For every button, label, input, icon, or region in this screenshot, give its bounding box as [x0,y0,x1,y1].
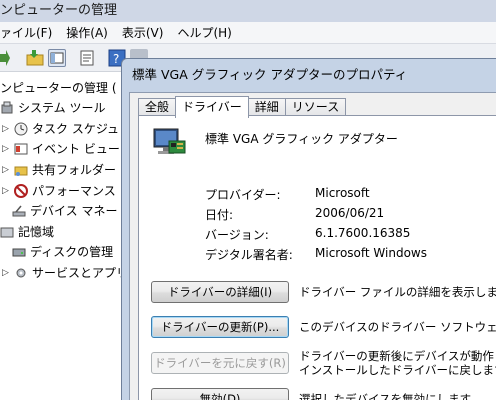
tree-item-system-tools[interactable]: システム ツール [0,98,105,118]
system-tools-icon [0,101,14,115]
background-window-title: ンピューターの管理 [0,3,118,18]
svg-text:?: ? [113,52,119,66]
update-driver-button[interactable]: ドライバーの更新(P)... [151,316,289,338]
show-hide-tree-icon[interactable] [48,49,66,67]
tab-driver[interactable]: ドライバー [175,96,249,118]
tree-item-label: サービスとアプリケ [32,266,130,280]
digital-signer-value: Microsoft Windows [315,246,427,260]
roll-back-driver-description-line2: インストールしたドライバーに戻します。 [299,363,496,377]
properties-icon[interactable] [78,49,96,67]
tree-item-device-manager[interactable]: デバイス マネー [12,201,117,221]
expand-arrow-icon[interactable]: ▷ [2,263,12,283]
tree-item-label: システム ツール [18,101,106,115]
disable-device-description: 選択したデバイスを無効にします。 [299,392,482,400]
menu-view[interactable]: 表示(V) [122,22,164,43]
disable-device-button[interactable]: 無効(D) [151,388,289,400]
tree-item-label: 記憶域 [18,225,55,239]
clock-icon [14,122,28,136]
tab-strip: 全般 ドライバー 詳細 リソース [138,96,347,118]
expand-arrow-icon[interactable]: ▷ [2,160,12,180]
tree-item-label: パフォーマンス [32,184,116,198]
tree-item-label: ディスクの管理 [30,245,114,259]
menu-file[interactable]: ァイル(F) [0,22,52,43]
disk-management-icon [12,245,26,259]
services-gear-icon [14,266,28,280]
version-label: バージョン: [205,228,269,242]
driver-tab-panel: 標準 VGA グラフィック アダプター プロバイダー: Microsoft 日付… [138,115,496,400]
menu-action[interactable]: 操作(A) [66,22,108,43]
tree-item-label: タスク スケジュ [32,122,119,136]
driver-details-description: ドライバー ファイルの詳細を表示します。 [299,285,496,299]
expand-arrow-icon[interactable]: ▷ [2,119,12,139]
date-label: 日付: [205,208,234,222]
device-manager-icon [12,204,26,218]
tree-item-task-scheduler[interactable]: ▷ タスク スケジュ [2,119,119,139]
expand-arrow-icon[interactable]: ▷ [2,181,12,201]
up-folder-icon[interactable] [26,49,44,67]
menu-help[interactable]: ヘルプ(H) [177,22,231,43]
background-window-titlebar: ンピューターの管理 [0,0,496,22]
dialog-body: 全般 ドライバー 詳細 リソース 標準 VGA グラフィック アダプター プロバ… [129,92,496,400]
tree-item-services-apps[interactable]: ▷ サービスとアプリケ [2,263,130,283]
background-menubar: ァイル(F) 操作(A) 表示(V) ヘルプ(H) [0,22,496,44]
roll-back-driver-description: ドライバーの更新後にデバイスが動作しない [299,349,496,363]
tree-item-computer-management[interactable]: ンピューターの管理 ( [0,78,117,98]
tree-item-shared-folders[interactable]: ▷ 共有フォルダー [2,160,116,180]
device-name: 標準 VGA グラフィック アダプター [205,132,398,146]
tree-item-label: ンピューターの管理 ( [0,81,117,95]
provider-label: プロバイダー: [205,188,281,202]
digital-signer-label: デジタル署名者: [205,248,293,262]
version-value: 6.1.7600.16385 [315,226,411,240]
dialog-title: 標準 VGA グラフィック アダプターのプロパティ [132,67,408,82]
forward-arrow-icon[interactable] [0,49,10,67]
shared-folder-icon [14,163,28,177]
event-viewer-icon [14,142,28,156]
tree-item-event-viewer[interactable]: ▷ イベント ビュー [2,139,120,159]
storage-icon [0,225,14,239]
tree-item-label: イベント ビュー [32,142,120,156]
display-adapter-icon [153,128,187,160]
properties-dialog: 標準 VGA グラフィック アダプターのプロパティ 全般 ドライバー 詳細 リソ… [121,58,496,400]
tree-item-label: 共有フォルダー [32,163,117,177]
tree-item-disk-management[interactable]: ディスクの管理 [12,242,113,262]
console-tree: ンピューターの管理 ( システム ツール ▷ タスク スケジュ ▷ イベント ビ… [0,72,130,400]
tree-item-storage[interactable]: 記憶域 [0,222,54,242]
tree-item-label: デバイス マネー [30,204,118,218]
expand-arrow-icon[interactable]: ▷ [2,139,12,159]
performance-icon [14,184,28,198]
update-driver-description: このデバイスのドライバー ソフトウェアを更新 [299,320,496,334]
provider-value: Microsoft [315,186,370,200]
date-value: 2006/06/21 [315,206,385,220]
tree-item-performance[interactable]: ▷ パフォーマンス [2,181,116,201]
roll-back-driver-button[interactable]: ドライバーを元に戻す(R) [151,352,289,374]
driver-details-button[interactable]: ドライバーの詳細(I) [151,281,289,303]
